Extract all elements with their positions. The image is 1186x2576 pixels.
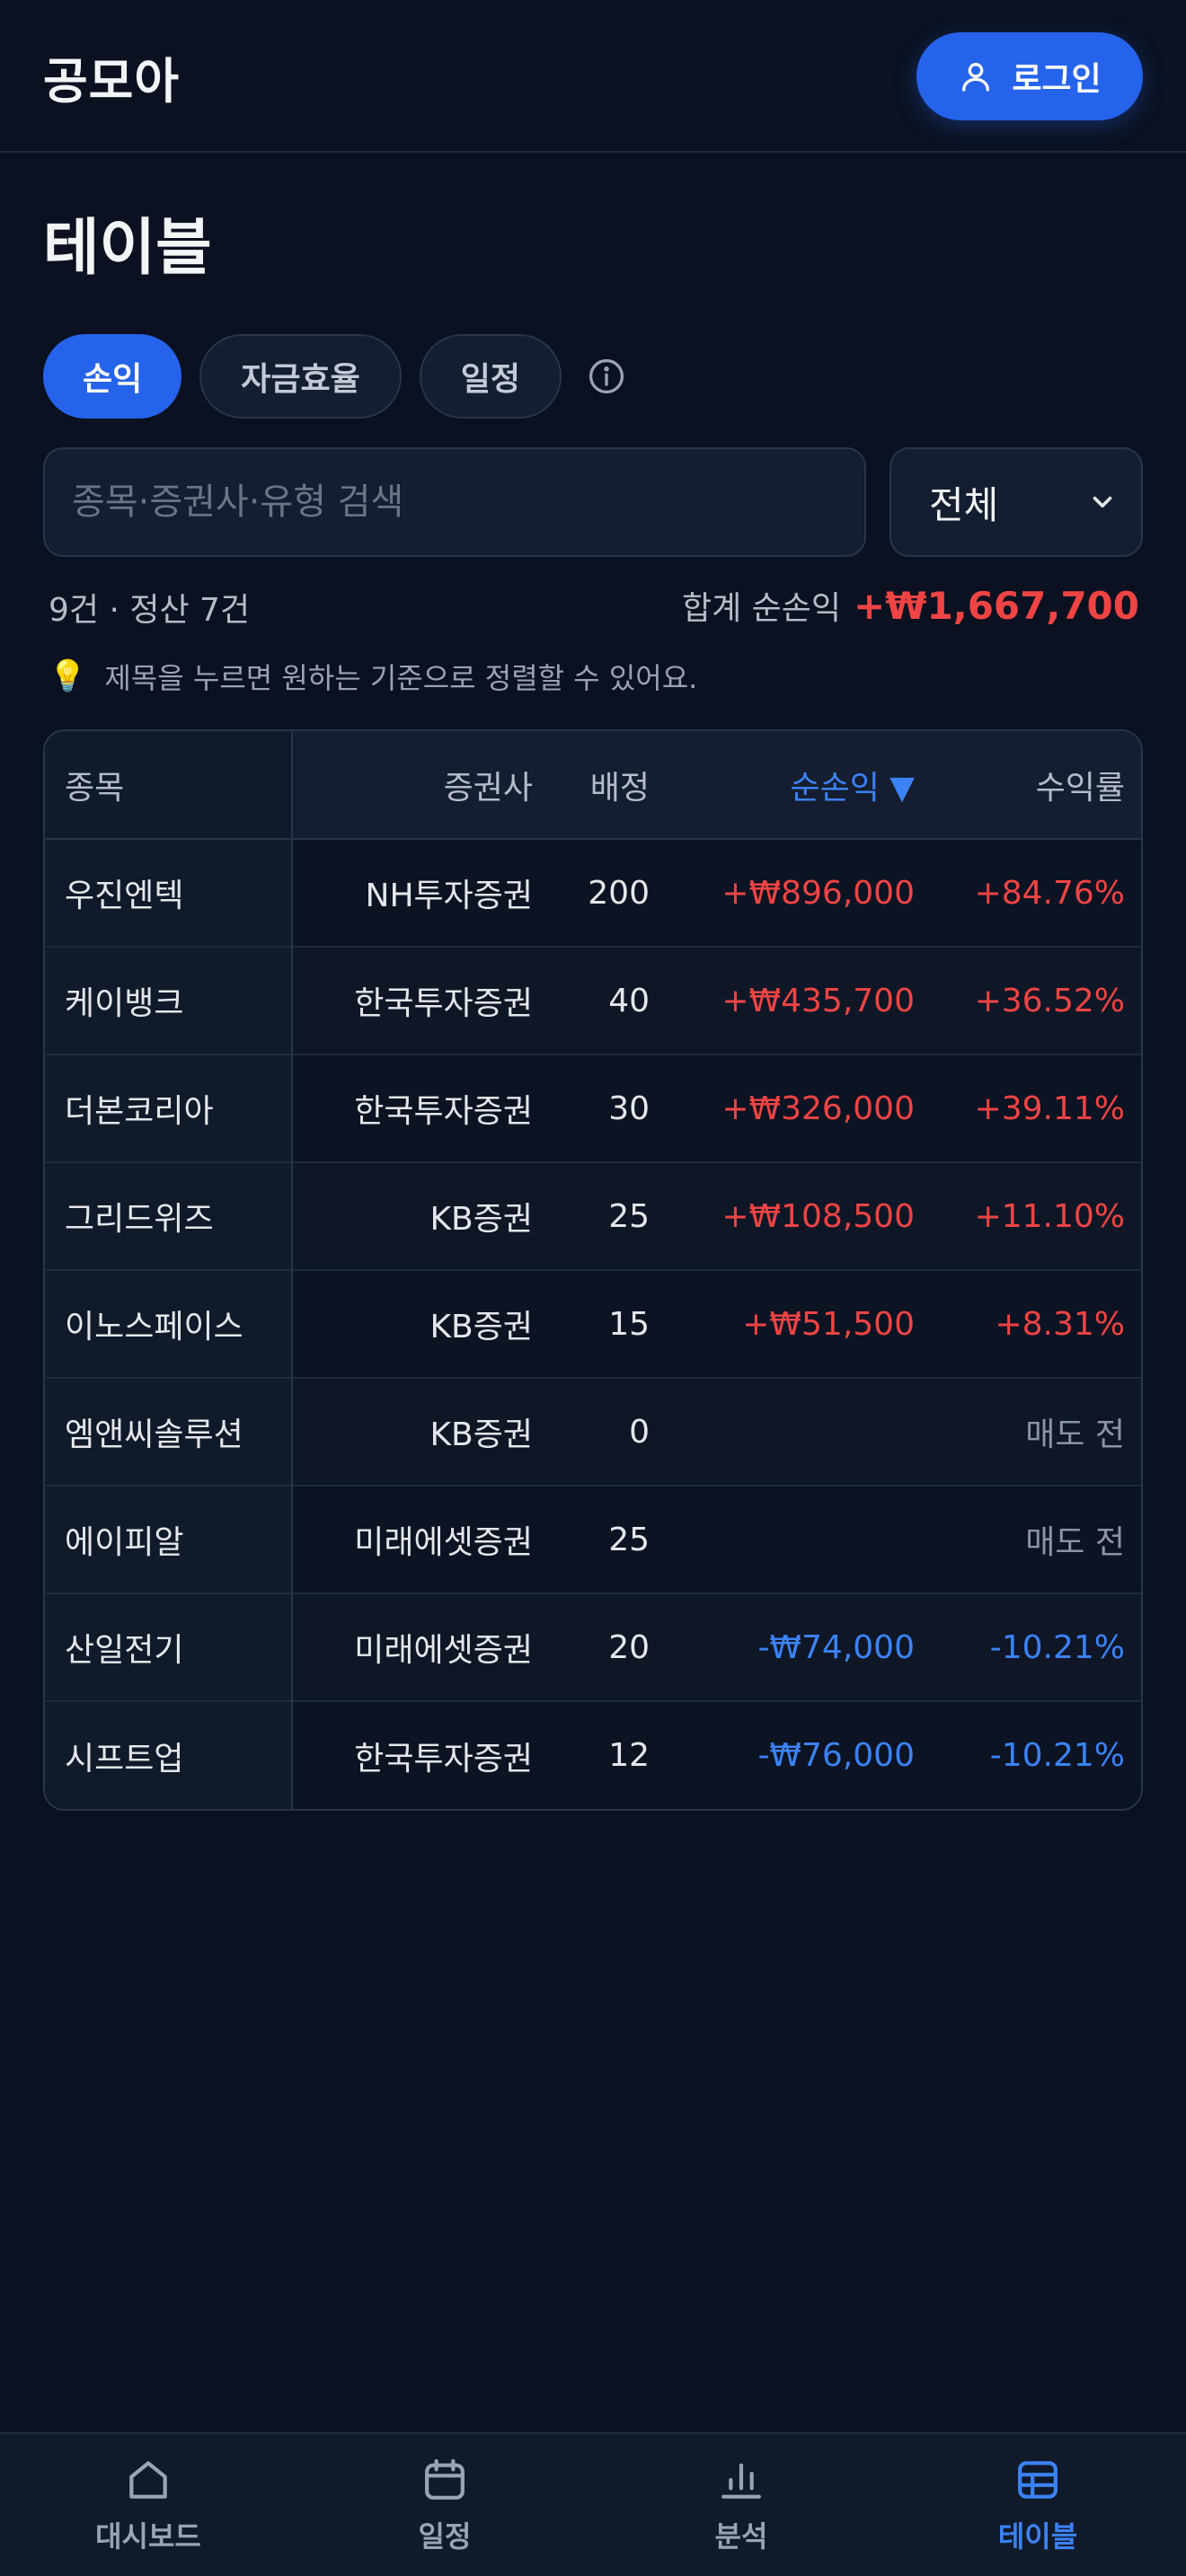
cell-rate: +8.31% (995, 1305, 1125, 1343)
cell-broker: KB증권 (429, 1416, 533, 1453)
cell-allocation: 40 (608, 982, 650, 1019)
header-rate[interactable]: 수익률 (934, 731, 1141, 840)
cell-allocation: 200 (588, 874, 650, 912)
table-header-row: 종목 증권사 배정 순손익 ▼ 수익률 (45, 731, 1141, 840)
cell-broker: 한국투자증권 (354, 1740, 533, 1778)
table-row[interactable]: 우진엔텍 NH투자증권 200 +₩896,000 +84.76% (45, 839, 1141, 947)
sort-tip-text: 제목을 누르면 원하는 기준으로 정렬할 수 있어요. (104, 661, 698, 695)
search-input[interactable] (43, 447, 866, 557)
login-label: 로그인 (1012, 60, 1102, 97)
top-header: 공모아 로그인 (0, 0, 1186, 153)
app-screen: 공모아 로그인 테이블 손익 자금효율 일정 전체 9건 · (0, 0, 1186, 2576)
table-row[interactable]: 더본코리아 한국투자증권 30 +₩326,000 +39.11% (45, 1054, 1141, 1162)
chevron-down-icon (1093, 496, 1112, 508)
cell-name: 이노스페이스 (45, 1270, 293, 1378)
cell-name: 엠앤씨솔루션 (45, 1378, 293, 1486)
summary-total-value: +₩1,667,700 (854, 584, 1139, 628)
page-title: 테이블 (43, 213, 212, 284)
cell-name: 산일전기 (45, 1593, 293, 1701)
nav-table-label: 테이블 (997, 2519, 1078, 2554)
view-tabs: 손익 자금효율 일정 (43, 334, 626, 419)
calendar-icon (425, 2458, 465, 2500)
summary-count: 9건 · 정산 7건 (49, 592, 251, 629)
tab-capital-efficiency[interactable]: 자금효율 (199, 334, 402, 419)
cell-rate: +11.10% (974, 1197, 1125, 1235)
cell-rate: -10.21% (989, 1628, 1125, 1666)
tab-pnl[interactable]: 손익 (43, 334, 182, 419)
table-row[interactable]: 케이뱅크 한국투자증권 40 +₩435,700 +36.52% (45, 947, 1141, 1054)
table-row[interactable]: 엠앤씨솔루션 KB증권 0 매도 전 (45, 1378, 1141, 1486)
cell-allocation: 0 (629, 1413, 650, 1451)
nav-dashboard-label: 대시보드 (95, 2519, 201, 2554)
cell-name: 케이뱅크 (45, 947, 293, 1054)
nav-analysis[interactable]: 분석 (593, 2434, 890, 2576)
lightbulb-icon: 💡 (49, 658, 87, 694)
nav-schedule-label: 일정 (418, 2519, 472, 2554)
table-row[interactable]: 그리드위즈 KB증권 25 +₩108,500 +11.10% (45, 1162, 1141, 1270)
app-title: 공모아 (43, 53, 181, 110)
summary-total-label: 합계 순손익 (681, 590, 841, 627)
cell-broker: NH투자증권 (365, 878, 533, 914)
cell-pnl (669, 1378, 934, 1486)
header-broker[interactable]: 증권사 (292, 731, 553, 840)
table-row[interactable]: 에이피알 미래에셋증권 25 매도 전 (45, 1486, 1141, 1593)
nav-dashboard[interactable]: 대시보드 (0, 2434, 296, 2576)
cell-pnl (669, 1486, 934, 1593)
user-icon (962, 63, 990, 92)
cell-pnl: +₩326,000 (721, 1090, 915, 1127)
cell-pnl: +₩896,000 (721, 874, 915, 912)
cell-allocation: 20 (608, 1628, 650, 1666)
pnl-table: 종목 증권사 배정 순손익 ▼ 수익률 우진엔텍 NH투자증권 200 +₩896,0… (43, 729, 1143, 1811)
cell-broker: 미래에셋증권 (354, 1524, 533, 1561)
header-name[interactable]: 종목 (45, 731, 293, 840)
cell-rate: 매도 전 (1025, 1416, 1125, 1453)
table-row[interactable]: 산일전기 미래에셋증권 20 -₩74,000 -10.21% (45, 1593, 1141, 1701)
info-icon[interactable] (587, 357, 626, 396)
cell-broker: 미래에셋증권 (354, 1632, 533, 1669)
cell-name: 에이피알 (45, 1486, 293, 1593)
nav-table[interactable]: 테이블 (890, 2434, 1186, 2576)
nav-schedule[interactable]: 일정 (296, 2434, 593, 2576)
filter-select[interactable]: 전체 (890, 447, 1143, 557)
summary-total-block: 합계 순손익 +₩1,667,700 (682, 582, 1139, 629)
nav-analysis-label: 분석 (714, 2519, 768, 2554)
login-button[interactable]: 로그인 (916, 32, 1143, 120)
bar-chart-icon (721, 2463, 761, 2499)
cell-pnl: +₩108,500 (721, 1197, 915, 1235)
cell-rate: +84.76% (974, 874, 1125, 912)
cell-pnl: +₩435,700 (721, 982, 915, 1019)
table-icon (1018, 2461, 1058, 2499)
cell-name: 시프트업 (45, 1701, 293, 1809)
cell-broker: KB증권 (429, 1309, 533, 1345)
table-row[interactable]: 시프트업 한국투자증권 12 -₩76,000 -10.21% (45, 1701, 1141, 1809)
cell-rate: +39.11% (974, 1090, 1125, 1127)
cell-rate: +36.52% (974, 982, 1125, 1019)
table-row[interactable]: 이노스페이스 KB증권 15 +₩51,500 +8.31% (45, 1270, 1141, 1378)
cell-broker: 한국투자증권 (354, 985, 533, 1022)
tab-schedule[interactable]: 일정 (419, 334, 562, 419)
cell-name: 우진엔텍 (45, 839, 293, 947)
cell-name: 그리드위즈 (45, 1162, 293, 1270)
home-icon (129, 2461, 167, 2499)
cell-pnl: -₩76,000 (757, 1737, 915, 1774)
cell-allocation: 15 (608, 1305, 650, 1343)
sort-tip: 💡 제목을 누르면 원하는 기준으로 정렬할 수 있어요. (49, 656, 697, 697)
header-allocation[interactable]: 배정 (553, 731, 669, 840)
cell-rate: 매도 전 (1025, 1524, 1125, 1561)
cell-broker: KB증권 (429, 1201, 533, 1238)
bottom-nav: 대시보드 일정 분석 테이블 (0, 2432, 1186, 2576)
cell-pnl: +₩51,500 (742, 1305, 915, 1343)
cell-allocation: 25 (608, 1521, 650, 1558)
header-pnl[interactable]: 순손익 ▼ (669, 731, 934, 840)
filter-selected-value: 전체 (929, 482, 999, 527)
cell-rate: -10.21% (989, 1737, 1125, 1774)
cell-broker: 한국투자증권 (354, 1093, 533, 1130)
cell-name: 더본코리아 (45, 1054, 293, 1162)
cell-allocation: 25 (608, 1197, 650, 1235)
cell-pnl: -₩74,000 (757, 1628, 915, 1666)
cell-allocation: 30 (608, 1090, 650, 1127)
cell-allocation: 12 (608, 1737, 650, 1774)
